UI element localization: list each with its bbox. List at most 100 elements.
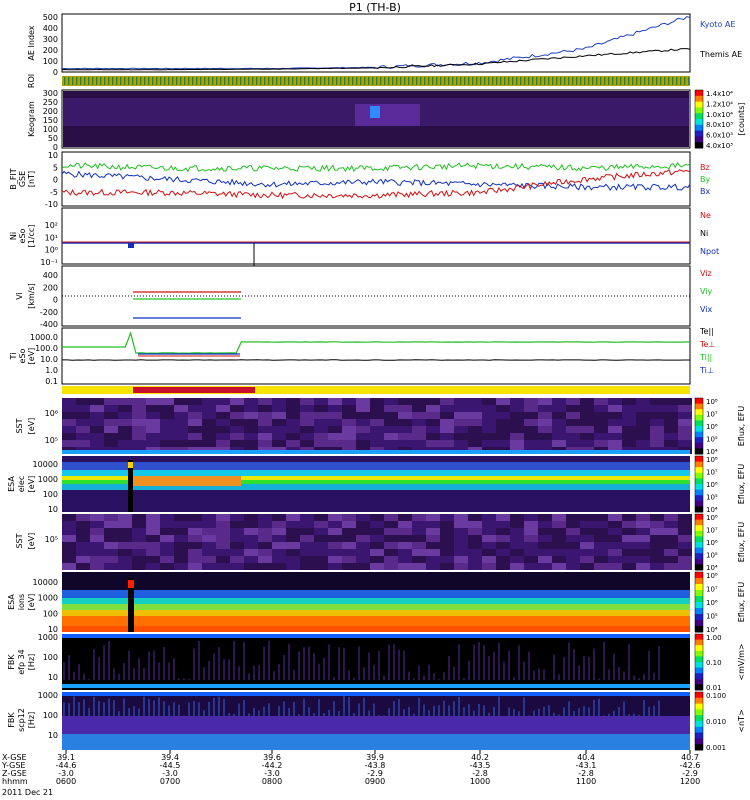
spectrogram-cell [622,433,636,440]
esa-electron-ylabel-unit: [eV] [27,476,36,493]
roi-tick [520,77,522,85]
spectrogram-cell [580,521,594,528]
keogram-tick-label: 250 [43,98,58,107]
spectrogram-cell [440,563,454,570]
esa-ion-colorbar-tick: 10⁴ [706,626,718,634]
spectrogram-cell [440,556,454,563]
spectrogram-cell [412,535,426,542]
spectrogram-cell [538,412,552,419]
spectrogram-cell [650,398,664,405]
sst-ion-colorbar-tick: 10⁷ [706,527,718,535]
date-label: 2011 Dec 21 [2,788,53,797]
spectrogram-cell [650,514,664,521]
spectrogram-cell [664,440,678,447]
esa-electron-colorbar-tick: 10⁶ [706,481,718,489]
spectrogram-cell [202,535,216,542]
spectrogram-cell [566,542,580,549]
spectrogram-cell [524,514,538,521]
spectrogram-cell [468,405,482,412]
spectrogram-cell [300,405,314,412]
spectrogram-cell [608,514,622,521]
spectrogram-cell [566,426,580,433]
spectrogram-cell [174,535,188,542]
spectrogram-cell [146,419,160,426]
spectrogram-cell [552,433,566,440]
sst-ion-colorbar-tick: 10⁵ [706,552,718,560]
spectrogram-cell [286,528,300,535]
roi-tick [660,77,662,85]
esa-ion-colorbar-label: Eflux, EFU [737,582,746,623]
vi-tick-label: 0 [53,296,58,305]
keogram-aurora-core [370,106,380,118]
spectrogram-cell [580,440,594,447]
spectrogram-cell [608,563,622,570]
spectrogram-cell [314,549,328,556]
spectrogram-cell [146,535,160,542]
spectrogram-cell [524,542,538,549]
keogram-colorbar-tick: 1.0x10⁴ [706,111,733,119]
spectrogram-cell [510,528,524,535]
roi-tick [464,77,466,85]
spectrogram-cell [678,542,692,549]
spectrogram-cell [216,549,230,556]
spectrogram-cell [272,542,286,549]
spectrogram-cell [90,556,104,563]
spectrogram-cell [62,535,76,542]
spectrogram-cell [426,521,440,528]
spectrogram-cell [440,542,454,549]
spectrogram-cell [104,542,118,549]
roi-tick [224,77,226,85]
spectrogram-cell [608,549,622,556]
sst-electron-colorbar-color [695,437,703,444]
esa-ion-colorbar-tick: 10⁵ [706,613,718,621]
roi-tick [496,77,498,85]
spectrogram-cell [76,433,90,440]
roi-tick [452,77,454,85]
spectrogram-cell [356,535,370,542]
esa-ion-colorbar-color [695,620,703,627]
spectrogram-cell [538,563,552,570]
roi-tick [412,77,414,85]
spectrogram-cell [160,433,174,440]
spectrogram-cell [62,528,76,535]
spectrogram-cell [342,549,356,556]
spectrogram-cell [328,556,342,563]
roi-tick [352,77,354,85]
spectrogram-cell [622,535,636,542]
spectrogram-cell [496,433,510,440]
spectrogram-cell [510,542,524,549]
spectrogram-cell [132,521,146,528]
spectrogram-cell [118,398,132,405]
bfit-ylabel: B_FIT [9,168,18,189]
spectrogram-cell [468,433,482,440]
spectrogram-cell [342,542,356,549]
esa-electron-colorbar-color [695,472,703,479]
spectrogram-cell [566,433,580,440]
spectrogram-cell [370,412,384,419]
spectrogram-cell [510,412,524,419]
roi-tick [668,77,670,85]
spectrogram-cell [62,405,76,412]
roi-tick [184,77,186,85]
spectrogram-cell [90,521,104,528]
spectrogram-cell [664,563,678,570]
keogram-colorbar-color [695,95,703,103]
sst-electron-colorbar-tick: 10⁶ [706,423,718,431]
roi-tick [688,77,690,85]
spectrogram-cell [230,556,244,563]
roi-tick [568,77,570,85]
spectrogram-cell [440,405,454,412]
roi-tick [268,77,270,85]
spectrogram-cell [244,535,258,542]
keogram-tick-label: 100 [43,125,58,134]
spectrogram-cell [202,412,216,419]
ephemeris-value: 0600 [56,777,76,786]
plot-title: P1 (TH-B) [349,1,401,14]
spectrogram-cell [132,514,146,521]
spectrogram-cell [314,419,328,426]
roi-tick [544,77,546,85]
spectrogram-cell [216,419,230,426]
bfit-tick-label: 5 [53,163,58,172]
roi-tick [300,77,302,85]
spectrogram-cell [132,549,146,556]
